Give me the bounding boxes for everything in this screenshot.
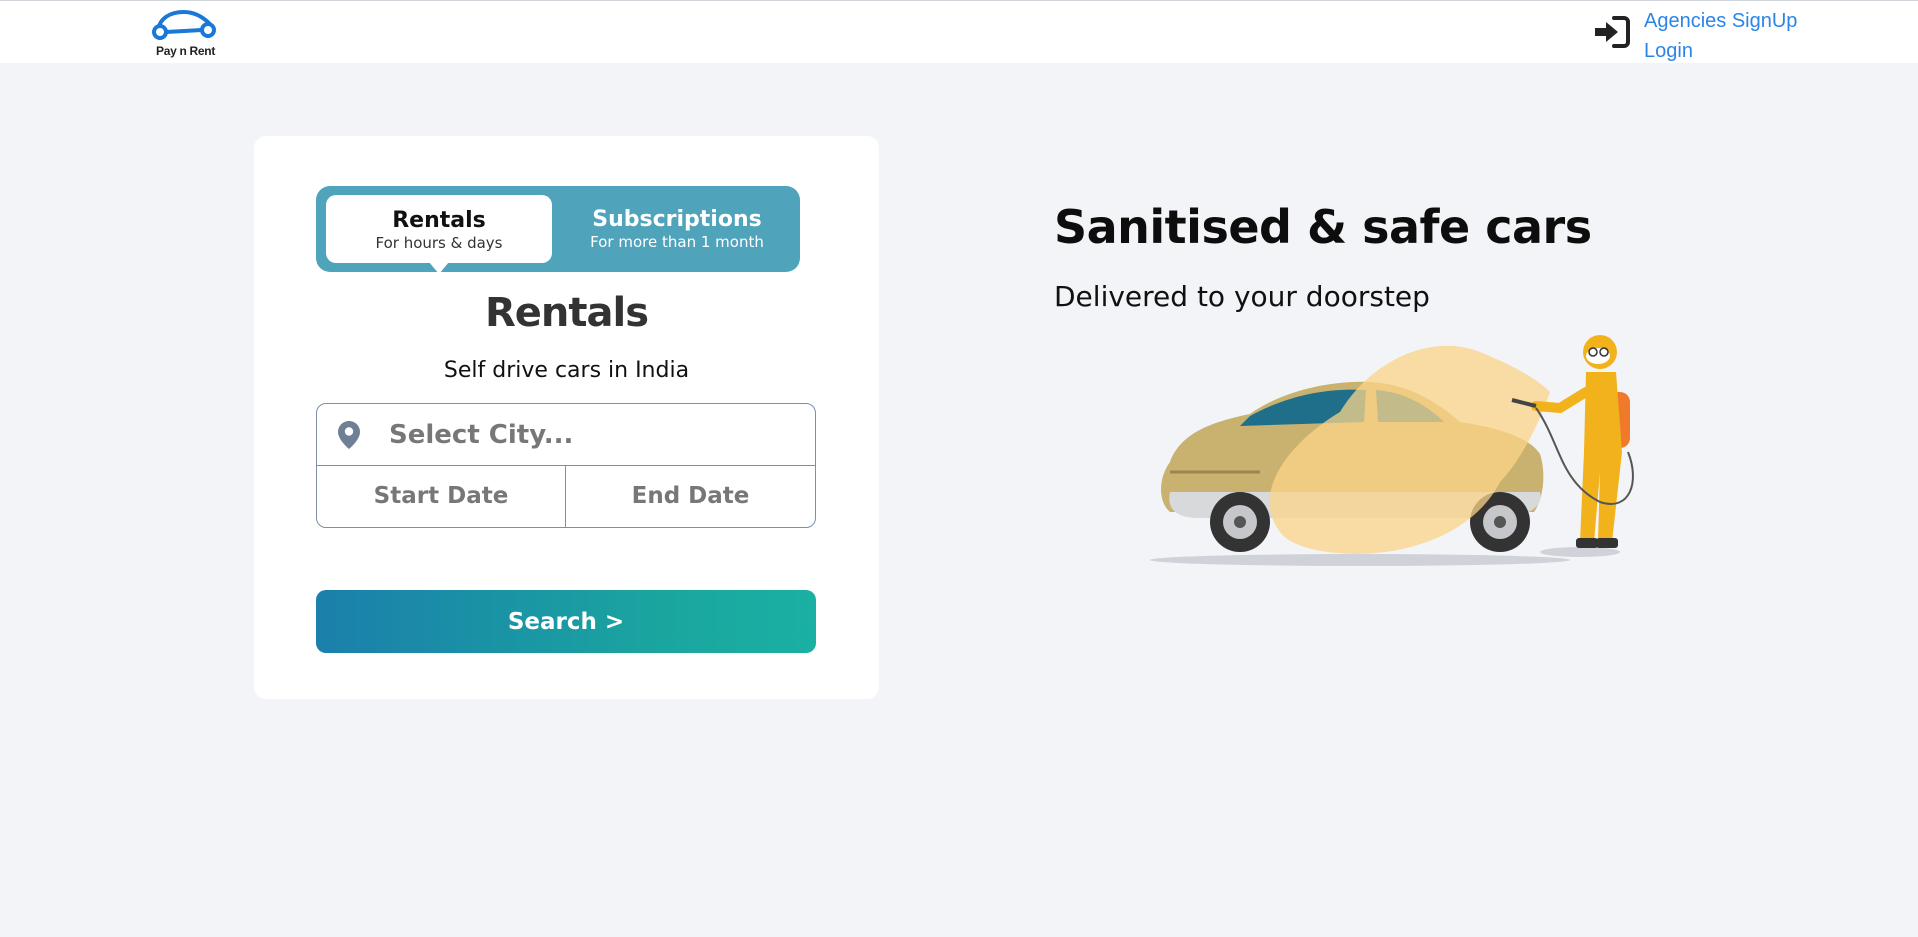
login-icon [1595,16,1630,48]
city-field[interactable] [317,404,815,466]
top-navbar: Pay n Rent Agencies SignUp Login [0,0,1918,63]
tab-rentals-title: Rentals [392,208,486,233]
hero-subheadline: Delivered to your doorstep [1054,280,1430,313]
hero-headline: Sanitised & safe cars [1054,200,1592,254]
tab-subscriptions-subtitle: For more than 1 month [590,233,764,251]
booking-tabs: Rentals For hours & days Subscriptions F… [316,186,800,274]
tab-subscriptions[interactable]: Subscriptions For more than 1 month [562,195,792,263]
tagline: Self drive cars in India [443,358,690,383]
tab-rentals[interactable]: Rentals For hours & days [326,195,552,274]
header-links: Agencies SignUp Login [1644,6,1797,66]
search-button[interactable]: Search > [316,590,816,653]
start-date-field[interactable]: Start Date [317,466,566,527]
booking-card: Rentals For hours & days Subscriptions F… [254,136,879,699]
tab-rentals-subtitle: For hours & days [375,234,503,252]
sanitizing-car-illustration [1150,335,1634,566]
city-input[interactable] [389,416,789,454]
rentals-brand-logo: Rentals [484,290,649,336]
login-link[interactable]: Login [1644,36,1797,66]
tab-subscriptions-title: Subscriptions [592,207,762,232]
paynrent-logo[interactable]: Pay n Rent [150,8,220,62]
location-pin-icon [338,421,360,449]
logo-car-icon [152,9,216,40]
end-date-field[interactable]: End Date [566,466,815,527]
search-form: Start Date End Date [316,403,816,528]
agencies-signup-link[interactable]: Agencies SignUp [1644,6,1797,36]
logo-text: Pay n Rent [156,44,216,58]
